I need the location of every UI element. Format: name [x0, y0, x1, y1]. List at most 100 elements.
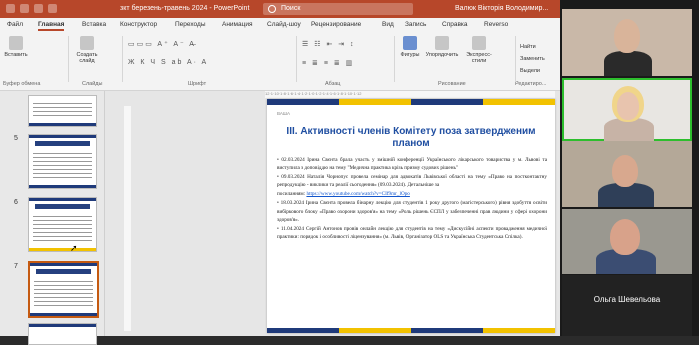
slide-thumbnail-5[interactable] — [28, 134, 97, 189]
redo-icon[interactable] — [34, 4, 43, 13]
save-icon[interactable] — [6, 4, 15, 13]
shapes-button[interactable]: Фигуры — [398, 36, 422, 58]
document-title: зкт березень-травень 2024 - PowerPoint — [120, 5, 250, 12]
arrange-icon — [435, 36, 449, 50]
tab-record[interactable]: Запись — [405, 21, 426, 28]
new-slide-label: Создать слайд — [76, 52, 98, 64]
font-style-buttons[interactable]: Ж К Ч S ab A· A — [128, 59, 208, 66]
divider — [515, 36, 516, 82]
quick-styles-label: Экспресс-стили — [466, 52, 492, 64]
thumbnail-bar — [29, 123, 96, 126]
bar-segment — [483, 328, 555, 333]
thumbnail-text — [33, 100, 92, 118]
paste-button[interactable]: Вставить — [4, 36, 28, 58]
group-paragraph: Абзац — [325, 81, 341, 87]
participant-body — [604, 51, 652, 76]
thumbnail-text — [33, 150, 92, 180]
bar-segment — [411, 99, 483, 105]
thumbnail-bar — [29, 324, 96, 327]
slide-bottom-bar — [267, 328, 555, 333]
ribbon: Вставить Создать слайд ▭▭▭ A⁺ A⁻ A̶ Ж К … — [0, 32, 560, 91]
bar-segment — [267, 99, 339, 105]
quick-access-toolbar — [6, 4, 57, 13]
search-icon — [268, 5, 276, 13]
tab-slideshow[interactable]: Слайд-шоу — [267, 21, 301, 28]
link-prefix: посиланням: — [277, 191, 307, 198]
group-slides: Слайды — [82, 81, 103, 87]
tab-review[interactable]: Рецензирование — [311, 21, 361, 28]
font-controls[interactable]: ▭▭▭ A⁺ A⁻ A̶ — [128, 40, 196, 48]
thumbnail-bar — [30, 313, 97, 316]
tab-design[interactable]: Конструктор — [120, 21, 157, 28]
slide-thumbnail-8[interactable] — [28, 323, 97, 345]
new-slide-button[interactable]: Создать слайд — [73, 36, 101, 64]
paragraph: • 09.03.2024 Наталія Чорнопус провела се… — [277, 174, 547, 189]
select-button[interactable]: Выдели — [520, 68, 540, 74]
participant-video-tile-active[interactable] — [562, 78, 692, 141]
group-editing: Редактиро... — [515, 81, 547, 87]
bar-segment — [483, 99, 555, 105]
ribbon-group-labels: Буфер обмена Слайды Шрифт Абзац Рисовани… — [0, 81, 560, 90]
participant-face — [610, 219, 640, 255]
participant-tile-no-video[interactable]: Ольга Шевельова — [562, 275, 692, 336]
tab-help[interactable]: Справка — [442, 21, 468, 28]
tab-animations[interactable]: Анимация — [222, 21, 253, 28]
slide-editor[interactable]: 12·1·10·1·8·1·6·1·4·1·2·1·0·1·2·1·4·1·6·… — [105, 91, 560, 336]
tab-view[interactable]: Вид — [382, 21, 394, 28]
thumbnail-text — [33, 213, 92, 243]
paragraph: • 11.04.2024 Сергій Антонов провів онлай… — [277, 225, 547, 240]
slide-thumbnail-7[interactable] — [28, 261, 99, 318]
slide-number: 6 — [14, 199, 18, 206]
mouse-cursor-icon: ➚ — [70, 243, 78, 253]
find-button[interactable]: Найти — [520, 44, 536, 50]
bar-segment — [339, 99, 411, 105]
current-slide[interactable]: ВАША III. Активності членів Комітету поз… — [267, 99, 555, 333]
alignment-buttons[interactable]: ≡ ≣ ≡ ≣ ▥ — [302, 59, 354, 67]
paste-label: Вставить — [4, 52, 28, 58]
tab-file[interactable]: Файл — [7, 21, 23, 28]
slide-thumbnail[interactable] — [28, 95, 97, 127]
horizontal-ruler: 12·1·10·1·8·1·6·1·4·1·2·1·0·1·2·1·4·1·6·… — [265, 91, 555, 98]
shapes-label: Фигуры — [400, 52, 420, 58]
paragraph: • 02.03.2024 Ірина Свєнта брала участь у… — [277, 157, 547, 172]
undo-icon[interactable] — [20, 4, 29, 13]
bar-segment — [411, 328, 483, 333]
ribbon-tabs: Файл Главная Вставка Конструктор Переход… — [0, 18, 560, 32]
participant-video-tile[interactable] — [562, 209, 692, 274]
list-controls[interactable]: ☰ ☷ ⇤ ⇥ ↕ — [302, 40, 356, 48]
slide-thumbnail-6[interactable] — [28, 197, 97, 252]
thumbnail-bar — [29, 135, 96, 138]
group-font: Шрифт — [188, 81, 207, 87]
quick-styles-button[interactable]: Экспресс-стили — [462, 36, 496, 64]
tab-transitions[interactable]: Переходы — [175, 21, 206, 28]
divider — [296, 36, 297, 82]
arrange-button[interactable]: Упорядочить — [425, 36, 459, 58]
arrange-label: Упорядочить — [425, 52, 459, 58]
slide-number: 7 — [14, 263, 18, 270]
participant-video-tile[interactable] — [562, 9, 692, 76]
thumbnail-bar — [29, 198, 96, 201]
participant-face — [612, 155, 638, 187]
slide-thumbnail-pane[interactable]: 5 6 7 — [0, 91, 105, 345]
start-slideshow-icon[interactable] — [48, 4, 57, 13]
participant-video-tile[interactable] — [562, 141, 692, 207]
tab-reverso[interactable]: Reverso — [484, 21, 508, 28]
slide-title[interactable]: III. Активності членів Комітету поза зат… — [267, 126, 555, 150]
divider — [394, 36, 395, 82]
search-placeholder: Поиск — [281, 5, 301, 12]
divider — [68, 36, 69, 82]
paragraph: • 18.03.2024 Ірина Свєнта провела бінарн… — [277, 200, 547, 223]
bar-segment — [339, 328, 411, 333]
search-box[interactable]: Поиск — [263, 3, 413, 15]
participant-face — [617, 92, 639, 120]
bar-segment — [267, 328, 339, 333]
user-name[interactable]: Валюк Вікторія Володимир... — [455, 5, 548, 12]
clipboard-icon — [9, 36, 23, 50]
paragraph-link: посиланням: https://www.youtube.com/watc… — [277, 190, 547, 198]
slide-logo: ВАША — [277, 111, 290, 116]
youtube-link[interactable]: https://www.youtube.com/watch?v=CIf9mr_l… — [306, 191, 409, 197]
tab-insert[interactable]: Вставка — [82, 21, 106, 28]
replace-button[interactable]: Заменить — [520, 56, 545, 62]
tab-home[interactable]: Главная — [38, 21, 65, 31]
slide-body[interactable]: • 02.03.2024 Ірина Свєнта брала участь у… — [277, 156, 547, 242]
